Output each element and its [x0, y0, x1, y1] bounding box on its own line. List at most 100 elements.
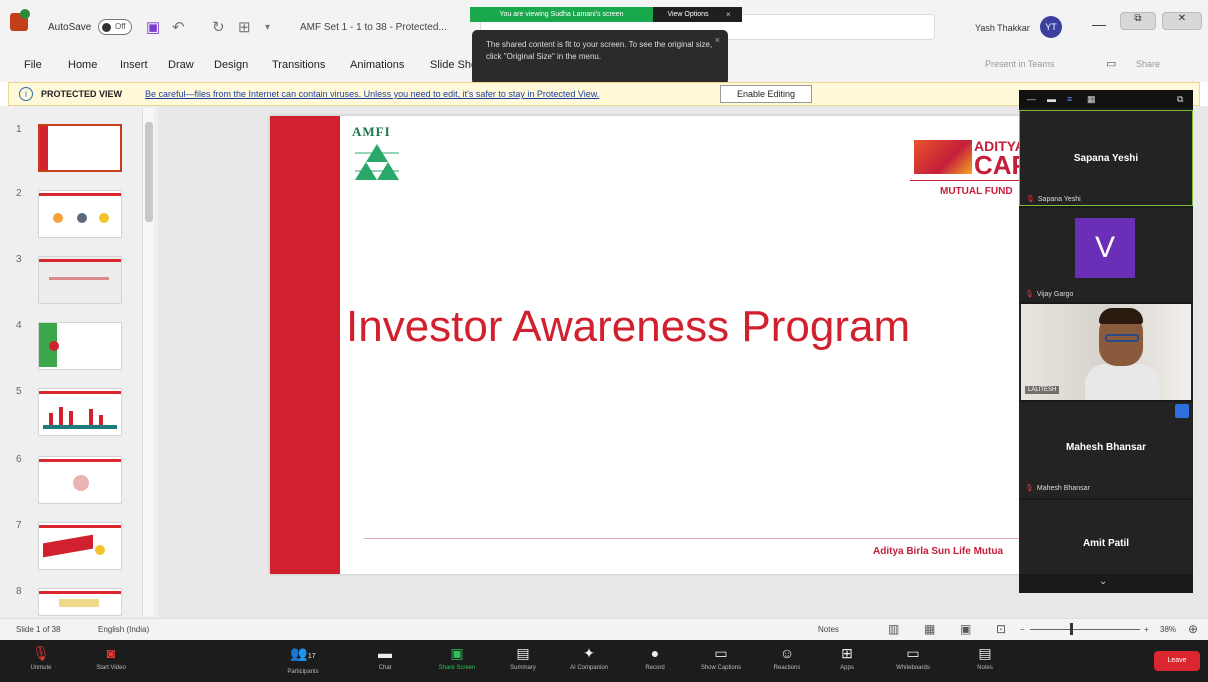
apps-icon: ⊞	[841, 645, 853, 661]
share-button[interactable]: Share	[1136, 59, 1160, 69]
menu-transitions[interactable]: Transitions	[272, 59, 325, 71]
comments-icon[interactable]: ▭	[1106, 57, 1116, 70]
participant-tile[interactable]: Sapana Yeshi 🎙 Sapana Yeshi	[1019, 110, 1193, 206]
panel-view-icon[interactable]: ▬	[1047, 94, 1056, 104]
customize-toolbar-icon[interactable]: ▾	[265, 22, 270, 33]
restore-button[interactable]: ⧉	[1120, 12, 1156, 30]
thumb-graphic	[99, 213, 109, 223]
present-in-teams-button[interactable]: Present in Teams	[985, 59, 1054, 69]
toolbar-label: AI Companion	[569, 665, 609, 671]
minimize-panel-icon[interactable]: —	[1027, 94, 1036, 104]
slide-thumbnail-4[interactable]	[38, 322, 122, 370]
quick-access-icon[interactable]: ⊞	[238, 18, 251, 36]
banner-close-icon[interactable]: ×	[726, 7, 731, 22]
slide-thumbnail-2[interactable]	[38, 190, 122, 238]
whiteboards-button[interactable]: ▭ Whiteboards	[880, 644, 946, 678]
toolbar-label: Start Video	[96, 665, 126, 671]
expand-panel-icon[interactable]: ⧉	[1177, 94, 1183, 105]
notes-button[interactable]: Notes	[818, 625, 839, 634]
apps-button[interactable]: ⊞ Apps	[814, 644, 880, 678]
chevron-down-icon[interactable]: ⌄	[1099, 576, 1107, 587]
record-button[interactable]: ● Record	[622, 644, 688, 678]
menu-draw[interactable]: Draw	[168, 59, 194, 71]
zoom-slider-handle[interactable]	[1070, 623, 1073, 635]
reading-view-icon[interactable]: ▣	[960, 622, 971, 636]
thumbnail-scrollbar[interactable]	[142, 108, 154, 616]
save-icon[interactable]: ▣	[146, 18, 160, 36]
thumb-graphic	[99, 415, 103, 425]
zoom-slider[interactable]	[1030, 629, 1140, 630]
zoom-in-icon[interactable]: +	[1144, 625, 1149, 634]
zoom-out-icon[interactable]: −	[1020, 625, 1025, 634]
muted-mic-icon: 🎙	[1025, 485, 1034, 492]
toolbar-label: Notes	[977, 665, 993, 671]
user-avatar[interactable]: YT	[1040, 16, 1062, 38]
thumb-number: 4	[16, 320, 22, 331]
thumb-number: 8	[16, 586, 22, 597]
menu-insert[interactable]: Insert	[120, 59, 148, 71]
language-indicator[interactable]: English (India)	[98, 625, 149, 634]
slide-canvas[interactable]: AMFI ADITYA CAPI MUTUAL FUND Investor Aw…	[270, 116, 1036, 574]
view-options-button[interactable]: View Options	[658, 7, 718, 22]
participant-tile[interactable]: Mahesh Bhansar 🎙 Mahesh Bhansar	[1019, 402, 1193, 498]
thumb-graphic	[77, 213, 87, 223]
autosave-toggle[interactable]: Off	[98, 19, 132, 35]
slide-thumbnail-5[interactable]	[38, 388, 122, 436]
start-video-button[interactable]: ◙ Start Video	[78, 644, 144, 678]
share-screen-button[interactable]: ▣ Share Screen	[424, 644, 490, 678]
menu-home[interactable]: Home	[68, 59, 97, 71]
participant-tile[interactable]: LALITESH	[1019, 304, 1193, 400]
protected-view-message[interactable]: Be careful—files from the Internet can c…	[145, 89, 599, 99]
chat-button[interactable]: ▬ Chat	[352, 644, 418, 678]
slide-thumbnail-7[interactable]	[38, 522, 122, 570]
tile-options-icon[interactable]	[1175, 404, 1189, 418]
thumb-graphic	[73, 475, 89, 491]
gallery-view-icon[interactable]: ▦	[1087, 94, 1096, 105]
slide-scrollbar[interactable]	[1194, 106, 1208, 618]
show-captions-button[interactable]: ▭ Show Captions	[688, 644, 754, 678]
slide-thumbnail-1[interactable]	[38, 124, 122, 172]
powerpoint-app-icon[interactable]	[10, 9, 30, 31]
slide-sorter-icon[interactable]: ▦	[924, 622, 935, 636]
slide-thumbnail-6[interactable]	[38, 456, 122, 504]
slide-thumbnail-3[interactable]	[38, 256, 122, 304]
enable-editing-button[interactable]: Enable Editing	[720, 85, 812, 103]
scrollbar-thumb[interactable]	[145, 122, 153, 222]
thumb-graphic	[43, 534, 93, 558]
notes-meeting-button[interactable]: ▤ Notes	[952, 644, 1018, 678]
unmute-button[interactable]: 🎙 Unmute	[8, 644, 74, 678]
zoom-level[interactable]: 38%	[1160, 625, 1176, 634]
summary-button[interactable]: ▤ Summary	[490, 644, 556, 678]
speaker-view-icon[interactable]: ≡	[1067, 94, 1072, 104]
participant-tile[interactable]: V 🎙 Vijay Gargo	[1019, 208, 1193, 302]
participant-label-text: LALITESH	[1025, 386, 1060, 394]
thumb-bar	[39, 459, 121, 462]
reactions-button[interactable]: ☺ Reactions	[754, 644, 820, 678]
participant-tile[interactable]: Amit Patil	[1019, 500, 1193, 574]
participants-button[interactable]: 👥17 Participants	[270, 644, 336, 678]
participant-avatar: V	[1075, 218, 1135, 278]
menu-design[interactable]: Design	[214, 59, 248, 71]
document-title[interactable]: AMF Set 1 - 1 to 38 - Protected...	[300, 22, 447, 33]
undo-icon[interactable]: ↶	[172, 18, 185, 36]
ai-companion-button[interactable]: ✦ AI Companion	[556, 644, 622, 678]
thumb-bar	[39, 391, 121, 394]
participant-label-text: Mahesh Bhansar	[1036, 485, 1090, 492]
toolbar-label: Chat	[378, 665, 392, 671]
thumb-graphic	[59, 599, 99, 607]
redo-icon[interactable]: ↻	[212, 18, 225, 36]
fit-to-window-icon[interactable]: ⊕	[1188, 622, 1198, 636]
leave-button[interactable]: Leave	[1154, 651, 1200, 671]
menu-file[interactable]: File	[24, 59, 42, 71]
normal-view-icon[interactable]: ▥	[888, 622, 899, 636]
slide-footer: Aditya Birla Sun Life Mutua	[873, 546, 1004, 557]
minimize-icon[interactable]: —	[1092, 16, 1106, 32]
user-name[interactable]: Yash Thakkar	[975, 23, 1030, 33]
menu-animations[interactable]: Animations	[350, 59, 404, 71]
slideshow-view-icon[interactable]: ⊡	[996, 622, 1006, 636]
close-window-button[interactable]: ✕	[1162, 12, 1202, 30]
summary-icon: ▤	[516, 645, 530, 661]
tooltip-close-icon[interactable]: ×	[715, 34, 720, 46]
aditya-birla-logo	[914, 140, 972, 174]
slide-thumbnail-8[interactable]	[38, 588, 122, 616]
